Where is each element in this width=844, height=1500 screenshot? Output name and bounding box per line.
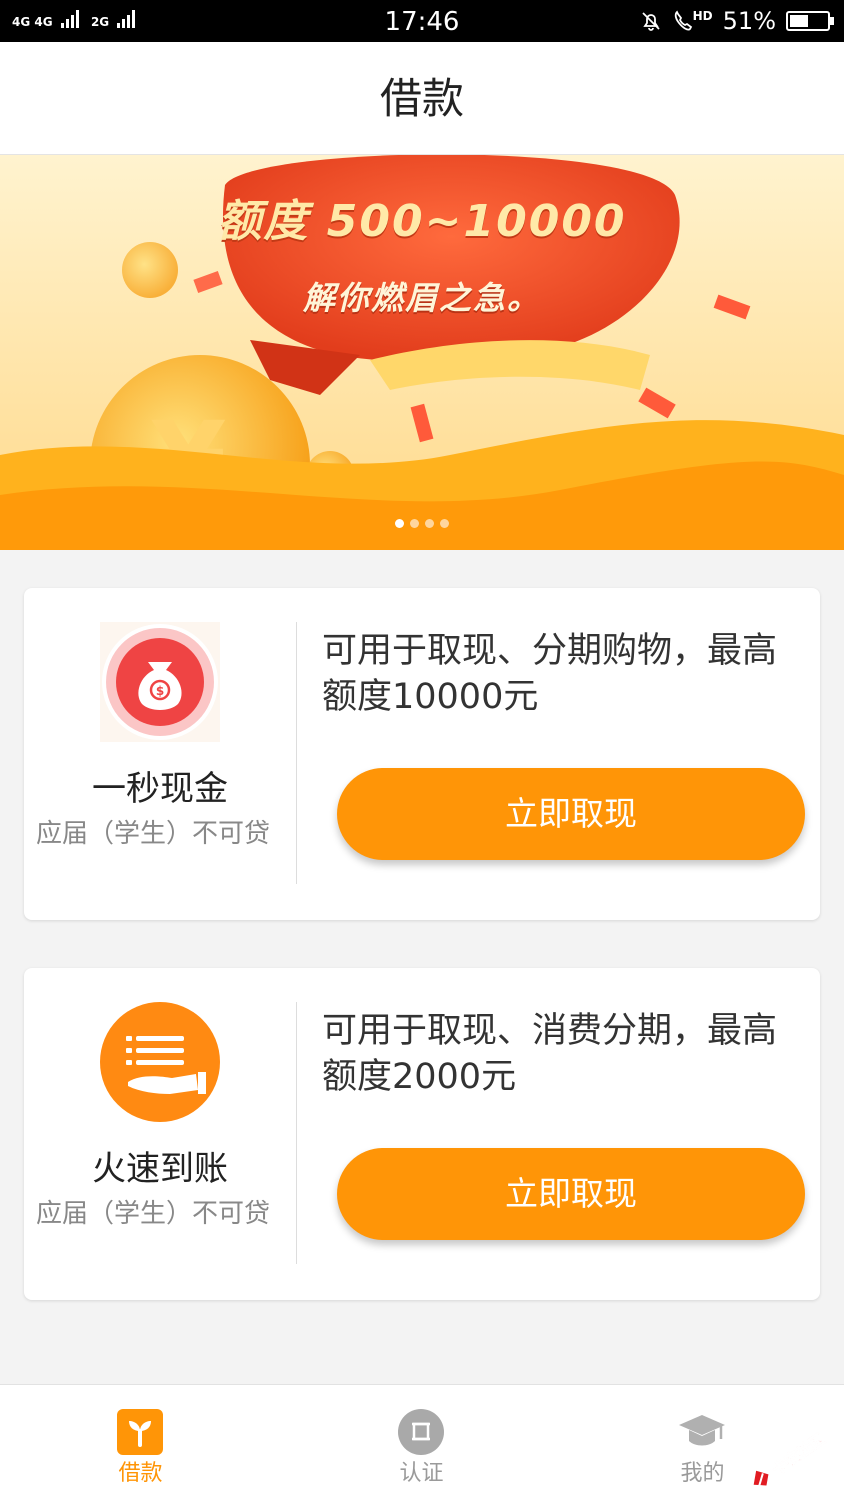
product-card-yimiao[interactable]: $ 一秒现金 应届（学生）不可贷 可用于取现、分期购物，最高额度10000元 立… <box>24 588 820 920</box>
status-bar: 4G 4G 2G 17:46 HD 51% <box>0 0 844 42</box>
tab-loan[interactable]: 借款 <box>0 1385 281 1500</box>
tab-label: 借款 <box>118 1461 163 1486</box>
product-card-huosu[interactable]: 火速到账 应届（学生）不可贷 可用于取现、消费分期，最高额度2000元 立即取现 <box>24 968 820 1300</box>
product-description: 可用于取现、消费分期，最高额度2000元 <box>322 1011 778 1097</box>
certificate-icon <box>398 1409 444 1455</box>
banner-title: 额度 500~10000 <box>217 196 627 247</box>
battery-icon <box>786 11 834 31</box>
status-icons: HD 51% <box>639 6 834 36</box>
carousel-dot <box>425 519 434 528</box>
svg-text:卡农社区: 卡农社区 <box>769 1430 828 1479</box>
card-divider <box>296 1002 297 1264</box>
withdraw-button[interactable]: 立即取现 <box>337 1148 805 1240</box>
banner-subtitle: 解你燃眉之急。 <box>302 279 541 317</box>
battery-percentage: 51% <box>722 7 776 35</box>
promo-banner[interactable]: ¥ 额度 500~10000 解你燃眉之急。 <box>0 155 844 550</box>
money-bag-icon: $ <box>100 622 220 742</box>
hd-call-icon: HD <box>673 9 713 33</box>
product-name: 一秒现金 <box>92 769 228 809</box>
withdraw-button[interactable]: 立即取现 <box>337 768 805 860</box>
carousel-dot <box>440 519 449 528</box>
bottom-tab-bar: 借款 认证 我的 <box>0 1384 844 1500</box>
sprout-icon <box>117 1409 163 1455</box>
page-title: 借款 <box>379 74 464 123</box>
tab-label: 认证 <box>399 1461 444 1486</box>
watermark-logo: 卡农社区 <box>753 1430 829 1486</box>
carousel-dot-active <box>395 519 404 528</box>
product-name: 火速到账 <box>92 1149 228 1189</box>
graduation-cap-icon <box>679 1415 725 1446</box>
tab-certification[interactable]: 认证 <box>281 1385 562 1500</box>
bell-muted-icon <box>642 12 660 31</box>
product-note: 应届（学生）不可贷 <box>36 819 271 849</box>
card-divider <box>296 622 297 884</box>
svg-text:$: $ <box>156 684 164 698</box>
carousel-dot <box>410 519 419 528</box>
carousel-indicator <box>0 519 844 528</box>
product-description: 可用于取现、分期购物，最高额度10000元 <box>322 631 778 717</box>
app-header: 借款 <box>0 42 844 155</box>
product-note: 应届（学生）不可贷 <box>36 1199 271 1229</box>
hand-list-icon <box>100 1002 220 1122</box>
